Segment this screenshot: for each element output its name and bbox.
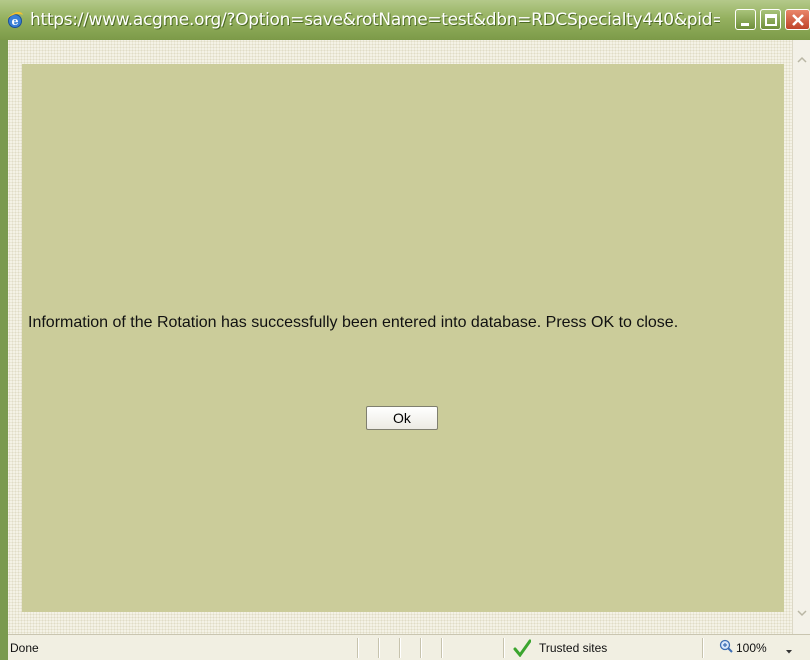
ie-icon: e <box>6 11 24 29</box>
minimize-icon[interactable] <box>735 9 756 30</box>
maximize-icon[interactable] <box>760 9 781 30</box>
status-divider <box>378 638 380 658</box>
status-divider <box>420 638 422 658</box>
svg-text:e: e <box>12 15 19 28</box>
browser-popup-window: e https://www.acgme.org/?Option=save&rot… <box>0 0 810 660</box>
scroll-down-arrow-icon[interactable] <box>794 605 810 621</box>
status-divider <box>357 638 359 658</box>
status-bar: Done Trusted sites 100% <box>8 634 810 660</box>
zone-label: Trusted sites <box>539 641 608 655</box>
status-divider <box>503 638 505 658</box>
confirmation-panel: Information of the Rotation has successf… <box>22 64 784 612</box>
confirmation-message: Information of the Rotation has successf… <box>28 314 679 331</box>
status-divider <box>441 638 443 658</box>
zoom-icon[interactable] <box>719 639 733 653</box>
ok-button[interactable]: Ok <box>366 406 438 430</box>
zoom-level[interactable]: 100% <box>736 641 767 655</box>
window-title: https://www.acgme.org/?Option=save&rotNa… <box>30 10 720 30</box>
status-text: Done <box>10 641 39 655</box>
title-bar[interactable]: e https://www.acgme.org/?Option=save&rot… <box>0 0 810 40</box>
page-content: Information of the Rotation has successf… <box>8 40 802 634</box>
status-divider <box>399 638 401 658</box>
status-divider <box>702 638 704 658</box>
close-icon[interactable] <box>785 9 810 30</box>
scroll-up-arrow-icon[interactable] <box>794 52 810 68</box>
check-icon <box>513 639 532 658</box>
vertical-scrollbar[interactable] <box>792 40 810 634</box>
chevron-down-icon[interactable] <box>785 644 793 654</box>
